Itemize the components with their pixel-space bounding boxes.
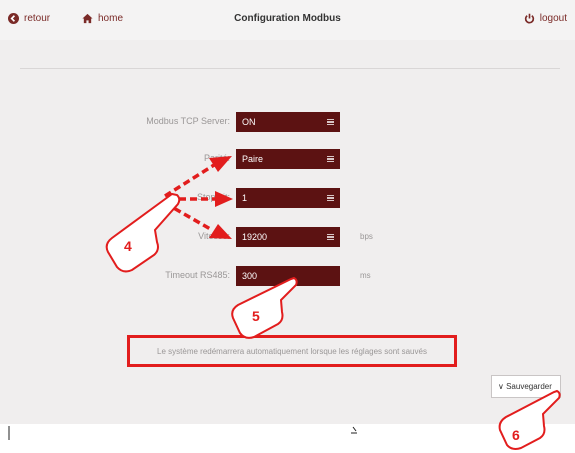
menu-icon — [327, 195, 334, 201]
logout-label: logout — [539, 13, 567, 24]
menu-icon — [327, 156, 334, 162]
stop-bit-row: Stop bit: 1 — [0, 188, 575, 208]
speed-label: Vitesse: — [198, 231, 230, 241]
check-icon: ∨ — [498, 382, 504, 391]
power-icon — [524, 13, 534, 24]
parity-label: Parité: — [203, 153, 230, 163]
timeout-label: Timeout RS485: — [165, 270, 230, 280]
timeout-value: 300 — [242, 271, 258, 281]
timeout-unit: ms — [360, 271, 371, 280]
notice-highlight-box: Le système redémarrera automatiquement l… — [127, 335, 457, 367]
parity-row: Parité: Paire — [0, 149, 575, 169]
tcp-server-select[interactable]: ON — [236, 112, 340, 132]
tcp-server-row: Modbus TCP Server: ON — [0, 112, 575, 132]
parity-select[interactable]: Paire — [236, 149, 340, 169]
stop-bit-label: Stop bit: — [196, 192, 230, 202]
menu-icon — [327, 234, 334, 240]
save-label: Sauvegarder — [506, 382, 552, 391]
timeout-input[interactable]: 300 — [236, 266, 340, 286]
speed-select[interactable]: 19200 — [236, 227, 340, 247]
tcp-server-label: Modbus TCP Server: — [146, 116, 230, 126]
speed-unit: bps — [360, 232, 373, 241]
tcp-server-value: ON — [242, 117, 256, 127]
menu-icon — [327, 119, 334, 125]
speed-row: Vitesse: 19200 bps — [0, 227, 575, 247]
bottom-crop-marks — [8, 426, 357, 440]
speed-value: 19200 — [242, 232, 268, 242]
stop-bit-value: 1 — [242, 193, 248, 203]
restart-notice: Le système redémarrera automatiquement l… — [157, 347, 427, 356]
page-title: Configuration Modbus — [234, 13, 341, 24]
logout-button[interactable]: logout — [524, 13, 567, 24]
header-divider — [20, 68, 560, 69]
timeout-row: Timeout RS485: 300 ms — [0, 266, 575, 286]
save-button[interactable]: ∨ Sauvegarder — [491, 375, 561, 398]
stop-bit-select[interactable]: 1 — [236, 188, 340, 208]
app-window: retour home Configuration Modbus logout … — [0, 0, 575, 424]
parity-value: Paire — [242, 154, 264, 164]
